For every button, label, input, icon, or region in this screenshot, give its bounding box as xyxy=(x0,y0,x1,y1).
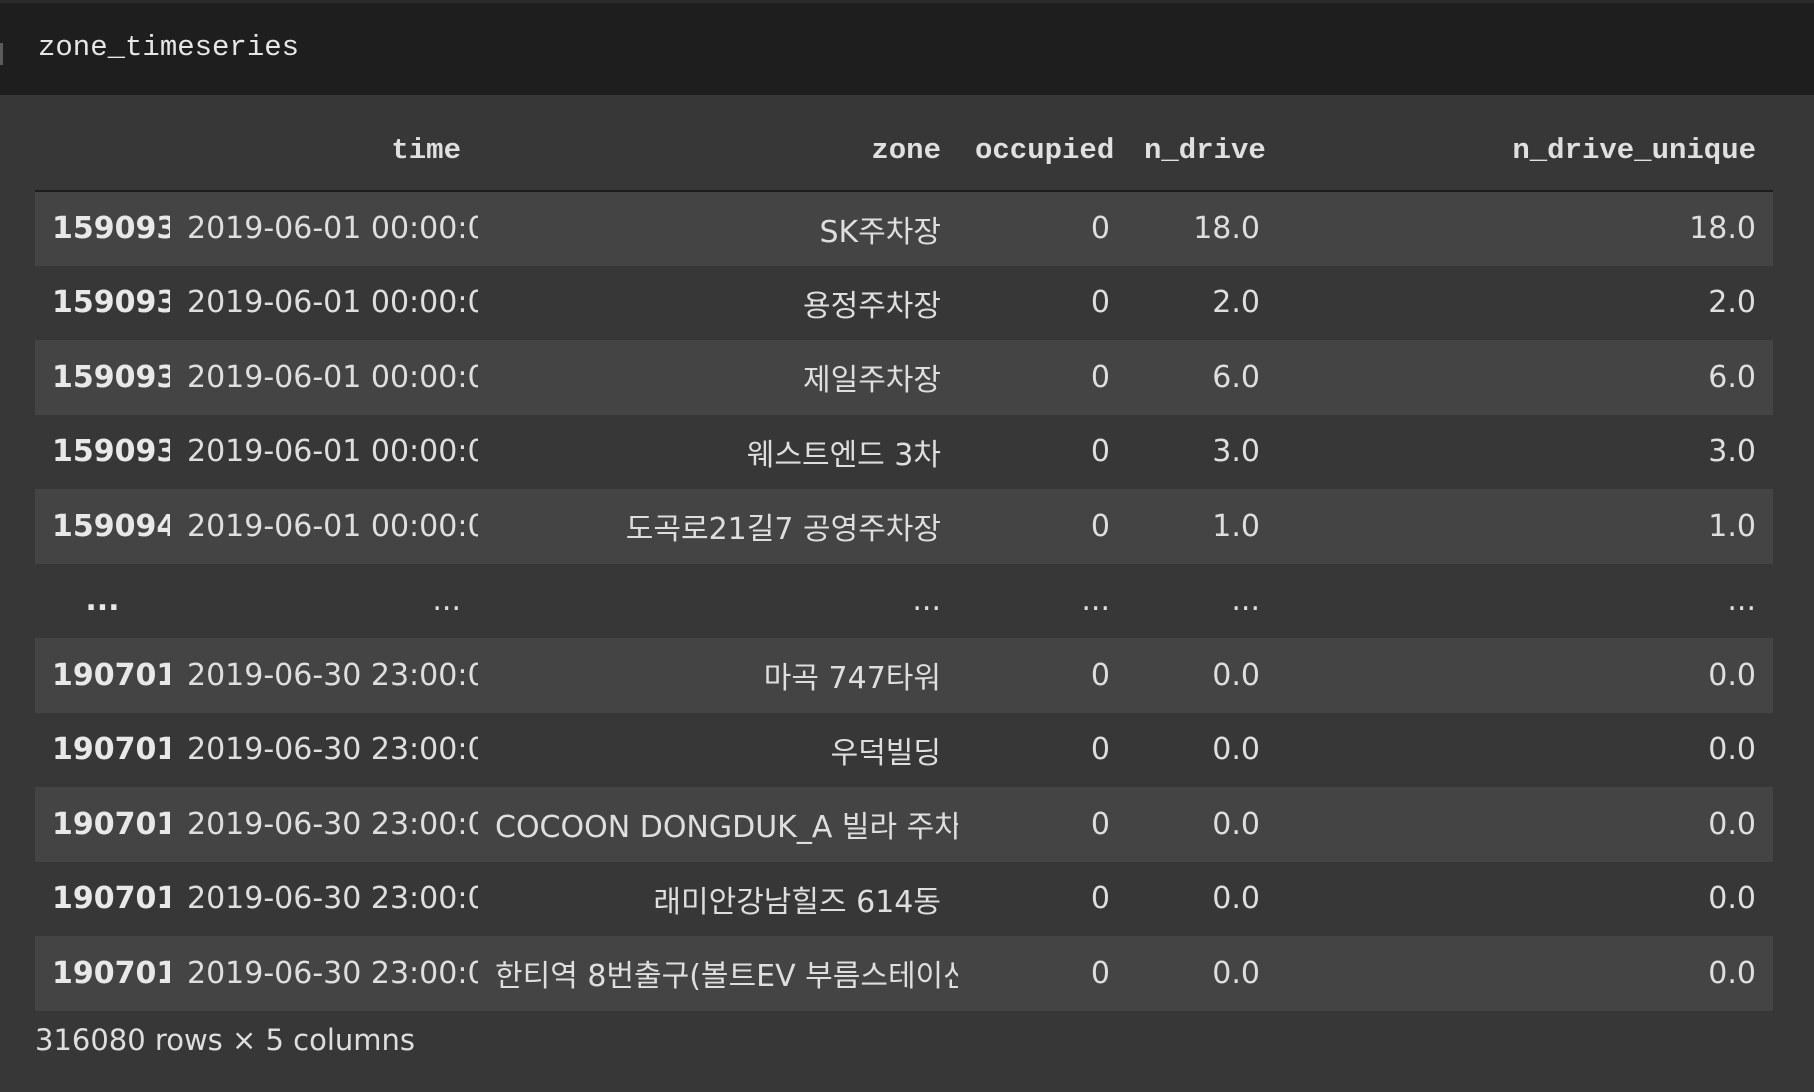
cell-time: 2019-06-30 23:00:00 xyxy=(187,732,478,768)
table-row: 1907011 2019-06-30 23:00:00 마곡 747타워 0 0.0 0.… xyxy=(35,638,1773,713)
cell-n-drive: 0.0 xyxy=(1212,732,1260,768)
cell-n-drive: 0.0 xyxy=(1212,881,1260,917)
cell-zone: 마곡 747타워 xyxy=(763,661,941,697)
dataframe-table: time zone occupied n_drive n_drive_uniqu… xyxy=(35,110,1773,1011)
column-header: zone xyxy=(478,110,958,192)
table-row: 1590940 2019-06-01 00:00:00 도곡로21길7 공영주차장 0… xyxy=(35,489,1773,564)
row-index: 1590940 xyxy=(52,508,170,544)
cell-n-drive-unique: 0.0 xyxy=(1708,881,1756,917)
row-index: 1590937 xyxy=(52,285,170,321)
column-header: n_drive_unique xyxy=(1277,110,1773,192)
row-index: 1907012 xyxy=(52,732,170,768)
cell-n-drive: 6.0 xyxy=(1212,359,1260,395)
row-index: 1590938 xyxy=(52,359,170,395)
column-header: time xyxy=(170,110,478,192)
cell-time: 2019-06-30 23:00:00 xyxy=(187,806,478,842)
cell-time: 2019-06-01 00:00:00 xyxy=(187,434,478,470)
cell-time: 2019-06-01 00:00:00 xyxy=(187,211,478,247)
header-row: time zone occupied n_drive n_drive_uniqu… xyxy=(35,110,1773,192)
cell-n-drive: 0.0 xyxy=(1212,806,1260,842)
cell-n-drive-unique: 0.0 xyxy=(1708,657,1756,693)
table-row: 1590936 2019-06-01 00:00:00 SK주차장 0 18.0 18.0 xyxy=(35,191,1773,266)
cell-time: 2019-06-30 23:00:00 xyxy=(187,881,478,917)
index-header xyxy=(35,110,170,192)
code-text[interactable]: zone_timeseries xyxy=(38,31,299,64)
cell-occupied: 0 xyxy=(1090,806,1110,842)
cell-time: 2019-06-01 00:00:00 xyxy=(187,359,478,395)
table-row: 1907015 2019-06-30 23:00:00 한티역 8번출구(볼트EV … xyxy=(35,936,1773,1011)
cell-occupied: 0 xyxy=(1090,211,1110,247)
row-index: 1907014 xyxy=(52,881,170,917)
cell-zone: COCOON DONGDUK_A 빌라 주차장 xyxy=(495,810,958,846)
cell-zone: 도곡로21길7 공영주차장 xyxy=(625,512,941,548)
cell-n-drive-unique: 2.0 xyxy=(1708,285,1756,321)
cell-time: 2019-06-30 23:00:00 xyxy=(187,657,478,693)
table-row: 1907013 2019-06-30 23:00:00 COCOON DONGDUK… xyxy=(35,787,1773,862)
cell-zone: 제일주차장 xyxy=(803,363,941,399)
cell-occupied: 0 xyxy=(1090,359,1110,395)
cell-n-drive-unique: ... xyxy=(1727,583,1756,619)
row-index: 1590939 xyxy=(52,434,170,470)
column-header: n_drive xyxy=(1127,110,1277,192)
code-cell[interactable]: zone_timeseries xyxy=(0,0,1814,95)
cell-occupied: 0 xyxy=(1090,732,1110,768)
table-row: 1907014 2019-06-30 23:00:00 래미안강남힐즈 614동 0 0… xyxy=(35,861,1773,936)
table-row: 1590939 2019-06-01 00:00:00 웨스트엔드 3차 0 3.0 3.… xyxy=(35,414,1773,489)
table-row: 1590938 2019-06-01 00:00:00 제일주차장 0 6.0 6.0 xyxy=(35,340,1773,415)
table-row: 1590937 2019-06-01 00:00:00 용정주차장 0 2.0 2.0 xyxy=(35,265,1773,340)
cell-n-drive-unique: 6.0 xyxy=(1708,359,1756,395)
cell-n-drive: 18.0 xyxy=(1193,211,1260,247)
cell-n-drive: 0.0 xyxy=(1212,657,1260,693)
row-index: 1590936 xyxy=(52,211,170,247)
cell-n-drive-unique: 18.0 xyxy=(1689,211,1756,247)
cell-n-drive-unique: 0.0 xyxy=(1708,806,1756,842)
cell-occupied: 0 xyxy=(1090,657,1110,693)
cell-n-drive-unique: 0.0 xyxy=(1708,955,1756,991)
cell-occupied: 0 xyxy=(1090,955,1110,991)
cell-zone: SK주차장 xyxy=(819,214,941,250)
table-row: .................. xyxy=(35,563,1773,638)
cell-n-drive: 0.0 xyxy=(1212,955,1260,991)
cell-zone: 래미안강남힐즈 614동 xyxy=(653,884,941,920)
cell-n-drive-unique: 1.0 xyxy=(1708,508,1756,544)
table-body: 1590936 2019-06-01 00:00:00 SK주차장 0 18.0 18.0… xyxy=(35,191,1773,1011)
cell-n-drive-unique: 3.0 xyxy=(1708,434,1756,470)
cell-occupied: 0 xyxy=(1090,434,1110,470)
cell-time: 2019-06-01 00:00:00 xyxy=(187,285,478,321)
cell-zone: 용정주차장 xyxy=(803,288,941,324)
row-index: 1907011 xyxy=(52,657,170,693)
notebook-page: zone_timeseries time zone occupied n_dri… xyxy=(0,0,1814,1092)
cell-occupied: 0 xyxy=(1090,285,1110,321)
cell-zone: ... xyxy=(912,583,941,619)
cell-time: 2019-06-30 23:00:00 xyxy=(187,955,478,991)
column-header: occupied xyxy=(958,110,1127,192)
cell-zone: 웨스트엔드 3차 xyxy=(746,437,941,473)
cell-zone: 한티역 8번출구(볼트EV 부름스테이션) xyxy=(495,959,958,995)
cell-time: ... xyxy=(432,583,461,619)
cell-n-drive: 2.0 xyxy=(1212,285,1260,321)
row-index: 1907015 xyxy=(52,955,170,991)
row-index: 1907013 xyxy=(52,806,170,842)
table-row: 1907012 2019-06-30 23:00:00 우덕빌딩 0 0.0 0.0 xyxy=(35,712,1773,787)
cell-n-drive-unique: 0.0 xyxy=(1708,732,1756,768)
shape-summary: 316080 rows × 5 columns xyxy=(35,1022,416,1057)
cell-gutter-marker xyxy=(0,43,3,65)
cell-occupied: 0 xyxy=(1090,508,1110,544)
row-index: ... xyxy=(85,583,120,619)
cell-zone: 우덕빌딩 xyxy=(830,735,941,771)
cell-time: 2019-06-01 00:00:00 xyxy=(187,508,478,544)
cell-occupied: ... xyxy=(1081,583,1110,619)
cell-output: time zone occupied n_drive n_drive_uniqu… xyxy=(35,110,1773,1057)
cell-n-drive: ... xyxy=(1231,583,1260,619)
cell-n-drive: 1.0 xyxy=(1212,508,1260,544)
cell-n-drive: 3.0 xyxy=(1212,434,1260,470)
cell-occupied: 0 xyxy=(1090,881,1110,917)
